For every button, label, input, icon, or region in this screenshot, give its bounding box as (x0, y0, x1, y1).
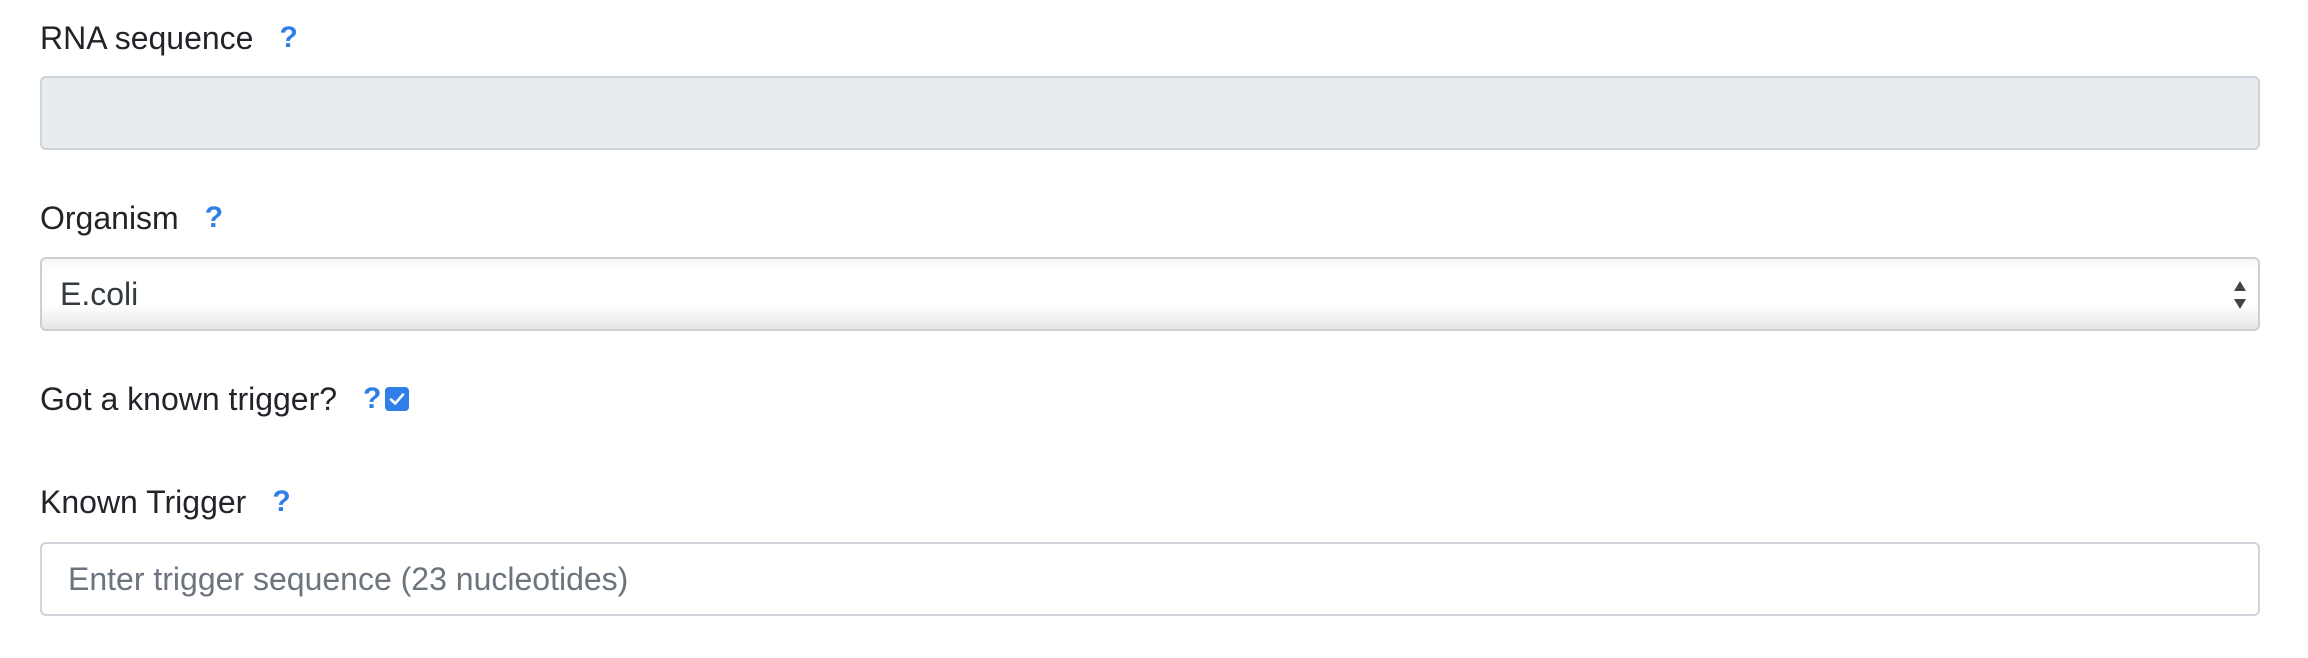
organism-help-icon[interactable]: ? (205, 196, 223, 240)
known-trigger-toggle-help-icon[interactable]: ? (363, 377, 381, 421)
organism-label-row: Organism ? (40, 196, 223, 240)
known-trigger-toggle-row: Got a known trigger? ? (40, 377, 410, 421)
rna-sequence-label: RNA sequence (40, 20, 254, 56)
known-trigger-label-row: Known Trigger ? (40, 480, 291, 524)
select-arrows-icon (2234, 281, 2246, 309)
rna-sequence-help-icon[interactable]: ? (279, 16, 297, 60)
checkmark-icon (390, 393, 405, 405)
organism-select[interactable]: E.coli (40, 257, 2260, 331)
organism-selected-value: E.coli (60, 275, 139, 312)
sequence-form: RNA sequence ? Organism ? E.coli Got a k… (0, 0, 2308, 658)
known-trigger-input[interactable] (42, 544, 2258, 614)
known-trigger-label: Known Trigger (40, 484, 247, 520)
rna-sequence-field[interactable] (40, 76, 2260, 150)
known-trigger-field (40, 542, 2260, 616)
organism-label: Organism (40, 200, 179, 236)
known-trigger-help-icon[interactable]: ? (272, 480, 290, 524)
rna-sequence-label-row: RNA sequence ? (40, 16, 298, 60)
known-trigger-toggle-label: Got a known trigger? (40, 381, 338, 417)
known-trigger-checkbox[interactable] (385, 387, 410, 411)
